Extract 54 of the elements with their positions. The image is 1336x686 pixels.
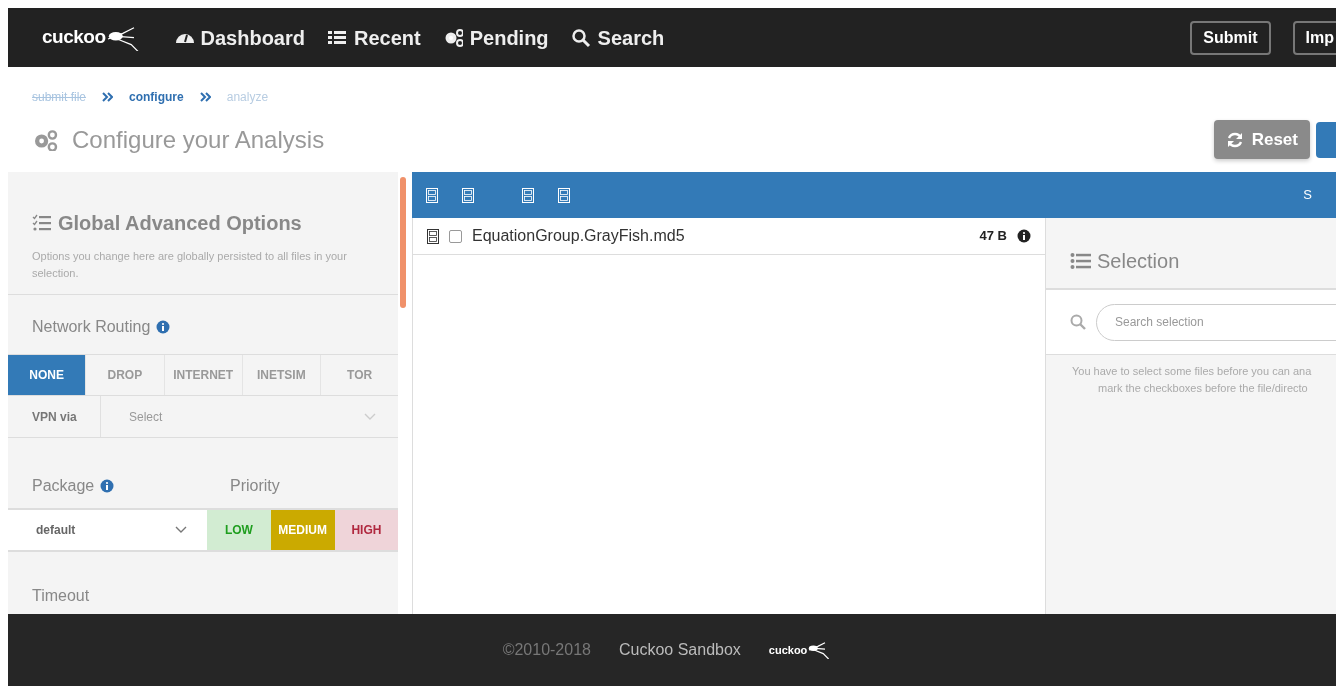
routing-option[interactable]: NONE [8,355,87,395]
submit-button[interactable]: Submit [1190,20,1271,55]
breadcrumb-step: analyze [226,88,269,106]
help-text: mark the checkboxes before the file/directo [1097,381,1309,396]
chevron-down-icon [364,412,377,421]
description-text: Options you change here are globally persisted to all files in your selection. [32,249,348,281]
field-label: Package [32,476,95,496]
priority-option[interactable]: HIGH [334,510,399,550]
nav-link[interactable]: Search [570,22,665,53]
search-field[interactable]: Search selection [1096,303,1336,341]
scrollbar-thumb[interactable] [400,177,407,308]
logo-text: cuckoo [42,25,106,50]
chevrons-icon [102,92,114,102]
refresh-icon [1225,130,1244,149]
nav-link[interactable]: Pending [442,22,549,53]
reset-button[interactable]: Reset [1213,119,1310,160]
info-icon [1017,229,1031,243]
glyph-icon[interactable] [426,187,438,203]
nav-link[interactable]: Recent [327,22,421,53]
field-label: VPN via [8,396,101,437]
glyph-icon[interactable] [462,187,474,203]
file-size: 47 B [979,227,1007,246]
info-icon [100,479,115,493]
info-icon [156,320,171,334]
chevron-down-icon [175,526,187,534]
priority-option[interactable]: LOW [207,510,271,550]
file-name[interactable]: EquationGroup.GrayFish.md5 [472,224,685,248]
gauge-icon [175,32,194,43]
breadcrumb-step[interactable]: configure [129,88,184,106]
logo-text: cuckoo [768,642,808,658]
copyright-text: ©2010-2018 [502,640,591,660]
chevrons-icon [199,92,211,102]
help-text: You have to select some files before you can ana [1072,364,1313,379]
footer-text: Cuckoo Sandbox [618,640,741,660]
page-title: Configure your Analysis [72,124,325,155]
toolbar-text: S [1303,186,1312,205]
search-icon [570,27,591,48]
checklist-icon [32,214,52,232]
nav-button[interactable]: Imp [1292,20,1336,55]
field-label: Priority [230,476,280,496]
glyph-icon[interactable] [522,187,534,203]
list-icon [1070,252,1092,270]
file-icon [427,228,439,244]
field-label: Timeout [31,586,91,606]
nav-link[interactable]: Dashboard [175,22,305,53]
search-icon [1070,314,1086,330]
bird-icon [807,641,832,659]
panel-title: Selection [1097,249,1180,274]
package-select[interactable]: default [8,510,207,550]
field-label: Network Routing [32,317,151,337]
glyph-icon[interactable] [558,187,570,203]
vpn-select[interactable]: Select [101,396,399,437]
checkbox[interactable] [449,229,462,243]
section-title: Global Advanced Options [58,211,302,236]
